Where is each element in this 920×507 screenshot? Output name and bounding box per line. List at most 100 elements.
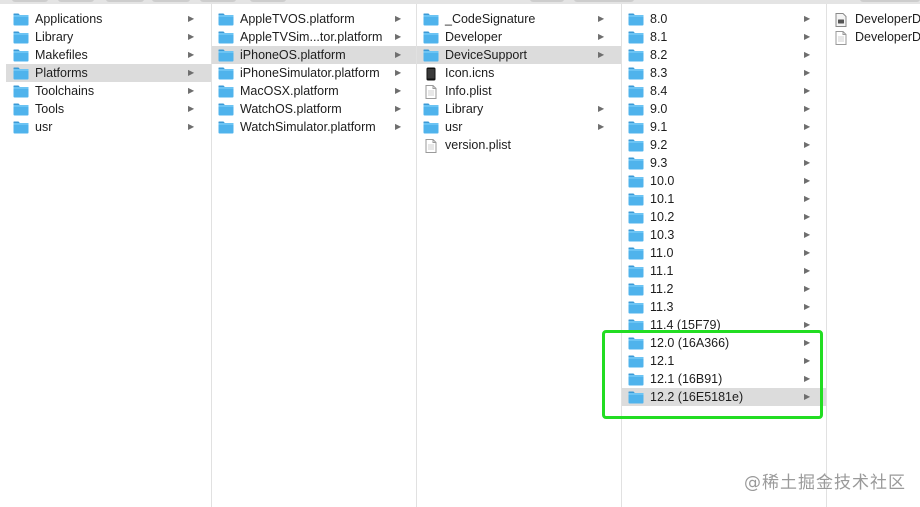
folder-icon	[628, 247, 644, 260]
list-item[interactable]: version.plist	[417, 136, 621, 154]
list-item[interactable]: 12.1 ▶	[622, 352, 826, 370]
chevron-right-icon: ▶	[804, 284, 811, 293]
list-item[interactable]: 8.1 ▶	[622, 28, 826, 46]
item-label: 9.1	[650, 120, 668, 134]
item-label: 8.3	[650, 66, 668, 80]
item-label: 11.4 (15F79)	[650, 318, 721, 332]
list-item[interactable]: 9.2 ▶	[622, 136, 826, 154]
list-item[interactable]: 8.4 ▶	[622, 82, 826, 100]
list-item[interactable]: 11.4 (15F79) ▶	[622, 316, 826, 334]
item-label: usr	[35, 120, 53, 134]
list-item[interactable]: 9.3 ▶	[622, 154, 826, 172]
list-item[interactable]: 11.0 ▶	[622, 244, 826, 262]
item-label: DeveloperD	[855, 12, 920, 26]
folder-icon	[13, 85, 29, 98]
toolbar-button[interactable]	[530, 0, 564, 2]
folder-icon	[423, 31, 439, 44]
list-item[interactable]: 9.1 ▶	[622, 118, 826, 136]
item-label: DeveloperD	[855, 30, 920, 44]
list-item[interactable]: _CodeSignature ▶	[417, 10, 621, 28]
chevron-right-icon: ▶	[804, 212, 811, 221]
list-item[interactable]: 11.3 ▶	[622, 298, 826, 316]
item-label: Tools	[35, 102, 65, 116]
list-item[interactable]: Makefiles ▶	[0, 46, 211, 64]
item-label: Toolchains	[35, 84, 95, 98]
toolbar-button[interactable]	[106, 0, 144, 2]
list-item[interactable]: 10.1 ▶	[622, 190, 826, 208]
folder-icon	[628, 139, 644, 152]
list-item[interactable]: usr ▶	[417, 118, 621, 136]
chevron-right-icon: ▶	[395, 14, 402, 23]
list-item[interactable]: Toolchains ▶	[0, 82, 211, 100]
list-item[interactable]: 8.0 ▶	[622, 10, 826, 28]
finder-column-view: Applications ▶ Library ▶ Makefiles ▶ Platforms…	[0, 4, 920, 507]
item-label: 11.0	[650, 246, 674, 260]
chevron-right-icon: ▶	[804, 50, 811, 59]
list-item[interactable]: WatchSimulator.platform ▶	[212, 118, 416, 136]
list-item[interactable]: AppleTVOS.platform ▶	[212, 10, 416, 28]
list-item-selected[interactable]: iPhoneOS.platform ▶	[212, 46, 416, 64]
list-item[interactable]: DeveloperD	[827, 10, 920, 28]
folder-icon	[13, 67, 29, 80]
item-label: 8.4	[650, 84, 668, 98]
list-item[interactable]: 12.0 (16A366) ▶	[622, 334, 826, 352]
list-item[interactable]: 8.3 ▶	[622, 64, 826, 82]
item-label: Developer	[445, 30, 502, 44]
toolbar-button[interactable]	[250, 0, 286, 2]
list-item[interactable]: 11.2 ▶	[622, 280, 826, 298]
list-item[interactable]: MacOSX.platform ▶	[212, 82, 416, 100]
item-label: Platforms	[35, 66, 88, 80]
list-item[interactable]: 10.2 ▶	[622, 208, 826, 226]
list-item-selected[interactable]: 12.2 (16E5181e) ▶	[622, 388, 826, 406]
toolbar-button[interactable]	[152, 0, 190, 2]
list-item[interactable]: 11.1 ▶	[622, 262, 826, 280]
column-device-support[interactable]: 8.0 ▶ 8.1 ▶ 8.2 ▶ 8.3 ▶ 8.4 ▶ 9.0 ▶ 9.1 ▶ 9.2 ▶ 9.3 ▶ 10.0…	[622, 4, 827, 507]
chevron-right-icon: ▶	[804, 140, 811, 149]
toolbar-button[interactable]	[58, 0, 94, 2]
list-item[interactable]: AppleTVSim...tor.platform ▶	[212, 28, 416, 46]
chevron-right-icon: ▶	[804, 338, 811, 347]
list-item[interactable]: 10.0 ▶	[622, 172, 826, 190]
folder-icon	[628, 265, 644, 278]
folder-icon	[628, 49, 644, 62]
list-item[interactable]: iPhoneSimulator.platform ▶	[212, 64, 416, 82]
list-item[interactable]: WatchOS.platform ▶	[212, 100, 416, 118]
chevron-right-icon: ▶	[598, 32, 605, 41]
item-label: AppleTVSim...tor.platform	[240, 30, 383, 44]
folder-icon	[423, 103, 439, 116]
toolbar-button[interactable]	[200, 0, 236, 2]
chevron-right-icon: ▶	[395, 122, 402, 131]
list-item[interactable]: Library ▶	[417, 100, 621, 118]
list-item[interactable]: 12.1 (16B91) ▶	[622, 370, 826, 388]
list-item[interactable]: usr ▶	[0, 118, 211, 136]
list-item[interactable]: Info.plist	[417, 82, 621, 100]
list-item-selected[interactable]: Platforms ▶	[6, 64, 211, 82]
list-item[interactable]: DeveloperD	[827, 28, 920, 46]
item-label: 9.3	[650, 156, 668, 170]
folder-icon	[628, 121, 644, 134]
list-item-selected[interactable]: DeviceSupport ▶	[417, 46, 621, 64]
chevron-right-icon: ▶	[188, 32, 195, 41]
list-item[interactable]: Applications ▶	[0, 10, 211, 28]
folder-icon	[13, 49, 29, 62]
toolbar-button[interactable]	[574, 0, 634, 2]
list-item[interactable]: 9.0 ▶	[622, 100, 826, 118]
list-item[interactable]: Icon.icns	[417, 64, 621, 82]
chevron-right-icon: ▶	[804, 266, 811, 275]
list-item[interactable]: Developer ▶	[417, 28, 621, 46]
column-ios-version[interactable]: DeveloperD DeveloperD	[827, 4, 920, 507]
list-item[interactable]: 10.3 ▶	[622, 226, 826, 244]
column-developer-root[interactable]: Applications ▶ Library ▶ Makefiles ▶ Platforms…	[0, 4, 212, 507]
icns-file-icon	[423, 67, 439, 81]
chevron-right-icon: ▶	[188, 104, 195, 113]
item-label: 11.1	[650, 264, 674, 278]
list-item[interactable]: 8.2 ▶	[622, 46, 826, 64]
search-field[interactable]	[860, 0, 920, 2]
column-iphoneos-platform[interactable]: _CodeSignature ▶ Developer ▶ DeviceSupport ▶ I…	[417, 4, 622, 507]
list-item[interactable]: Library ▶	[0, 28, 211, 46]
column-platforms[interactable]: AppleTVOS.platform ▶ AppleTVSim...tor.plat…	[212, 4, 417, 507]
folder-icon	[628, 67, 644, 80]
item-label: 12.1 (16B91)	[650, 372, 723, 386]
toolbar-button[interactable]	[12, 0, 48, 2]
list-item[interactable]: Tools ▶	[0, 100, 211, 118]
